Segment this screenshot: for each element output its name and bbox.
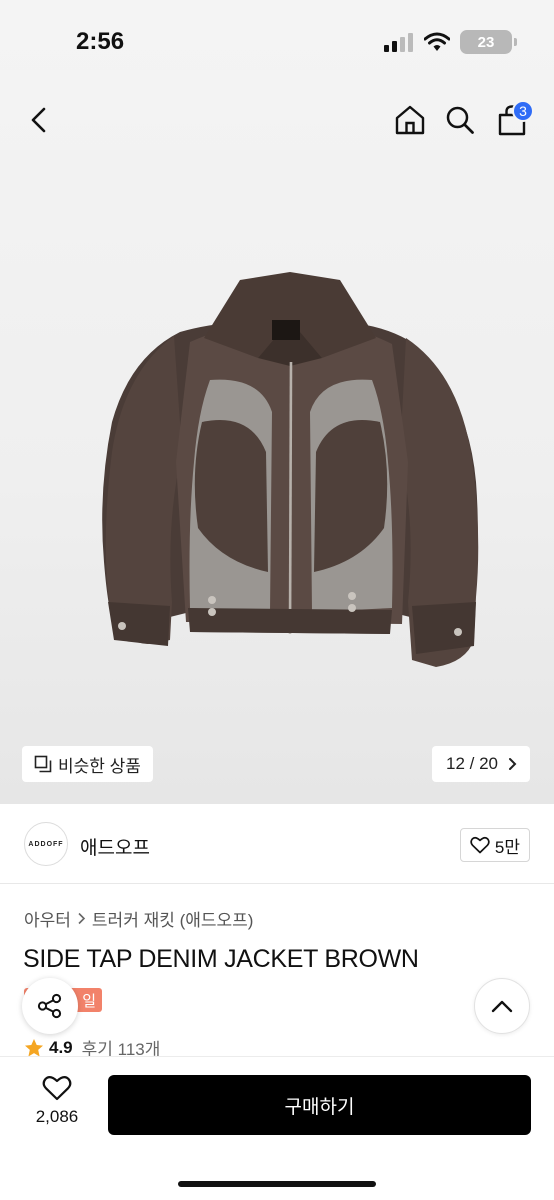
home-button[interactable] (388, 96, 432, 144)
cart-count-badge: 3 (512, 100, 534, 122)
brand-like-button[interactable]: 5만 (459, 828, 530, 862)
top-nav: 3 (0, 96, 554, 146)
breadcrumb: 아우터 트러커 재킷 (애드오프) (24, 906, 253, 931)
back-button[interactable] (18, 96, 62, 144)
wishlist-count: 2,086 (35, 1107, 79, 1126)
search-icon (446, 106, 474, 134)
home-icon (395, 105, 425, 135)
status-time: 2:56 (76, 28, 125, 55)
image-counter-text: 12 / 20 (446, 754, 498, 773)
cart-button[interactable]: 3 (490, 96, 534, 144)
status-bar: 2:56 23 (0, 0, 554, 84)
home-indicator (178, 1181, 376, 1187)
image-counter[interactable]: 12 / 20 (432, 746, 530, 782)
brand-logo[interactable]: ADDOFF (24, 822, 68, 866)
product-image[interactable] (90, 262, 490, 692)
similar-icon (34, 755, 52, 773)
signal-icon (384, 33, 413, 52)
breadcrumb-subcategory[interactable]: 트러커 재킷 (애드오프) (92, 906, 254, 931)
brand-name[interactable]: 애드오프 (80, 833, 150, 860)
similar-products-label: 비슷한 상품 (58, 756, 141, 776)
star-icon (25, 1038, 43, 1056)
chevron-up-icon (491, 1000, 513, 1013)
product-gallery[interactable]: 2:56 23 3 비슷한 상품 12 / 20 (0, 0, 554, 804)
chevron-right-icon (509, 758, 517, 770)
brand-like-count: 5만 (494, 837, 520, 857)
chevron-right-icon (78, 912, 86, 925)
heart-icon (470, 836, 490, 854)
buy-button[interactable]: 구매하기 (108, 1075, 531, 1135)
similar-products-button[interactable]: 비슷한 상품 (22, 746, 153, 782)
heart-icon (42, 1076, 72, 1101)
breadcrumb-category[interactable]: 아우터 (24, 906, 71, 931)
product-title: SIDE TAP DENIM JACKET BROWN (23, 945, 419, 973)
wishlist-button[interactable]: 2,086 (24, 1075, 90, 1135)
search-button[interactable] (438, 96, 482, 144)
bottom-action-bar: 2,086 구매하기 (0, 1056, 554, 1200)
battery-indicator: 23 (460, 30, 517, 54)
back-arrow-icon (31, 107, 46, 133)
status-icons: 23 (384, 30, 517, 54)
rating-value: 4.9 (49, 1037, 73, 1057)
scroll-to-top-button[interactable] (474, 978, 530, 1034)
brand-row: ADDOFF 애드오프 5만 (0, 804, 554, 884)
wifi-icon (424, 32, 450, 51)
share-icon (37, 993, 62, 1019)
share-button[interactable] (22, 978, 78, 1034)
